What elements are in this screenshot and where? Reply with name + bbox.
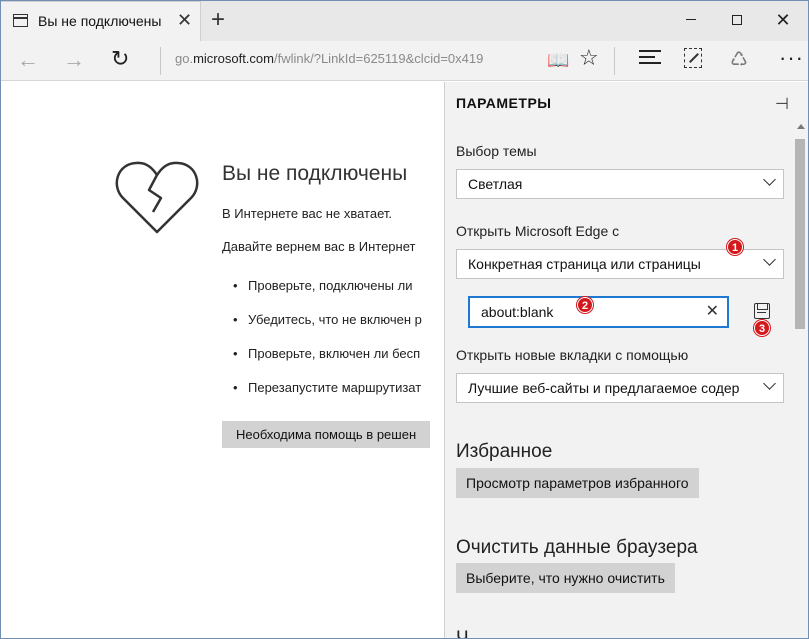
maximize-icon (732, 14, 742, 25)
pin-icon[interactable]: ⊣ (775, 94, 789, 114)
start-page-url-value: about:blank (481, 304, 554, 320)
address-bar[interactable]: go.microsoft.com/fwlink/?LinkId=625119&c… (175, 51, 483, 66)
tab-active[interactable]: Вы не подключены ✕ (1, 1, 201, 41)
new-tabs-label: Открыть новые вкладки с помощью (456, 347, 689, 363)
help-button[interactable]: Необходима помощь в решен (222, 421, 431, 448)
list-item: Убедитесь, что не включен р (233, 312, 422, 346)
error-page: Вы не подключены В Интернете вас не хват… (1, 82, 444, 638)
address-separator (160, 47, 161, 75)
forward-button[interactable]: → (63, 47, 85, 73)
browser-window: Вы не подключены ✕ + ✕ ← → ↻ go.microsof… (0, 0, 809, 639)
hub-icon[interactable] (639, 50, 661, 68)
favorites-heading: Избранное (456, 441, 553, 462)
save-icon[interactable] (754, 303, 770, 319)
annotation-badge-2: 2 (577, 297, 593, 313)
minimize-button[interactable] (668, 1, 714, 41)
theme-select-value: Светлая (468, 176, 523, 192)
close-window-button[interactable]: ✕ (760, 1, 806, 41)
address-path: /fwlink/?LinkId=625119&clcid=0x419 (273, 51, 484, 66)
list-item: Проверьте, включен ли бесп (233, 346, 422, 380)
tab-title: Вы не подключены (38, 13, 162, 29)
address-prefix: go. (175, 51, 194, 66)
page-subtext: Давайте вернем вас в Интернет (222, 239, 416, 254)
clear-data-heading: Очистить данные браузера (456, 537, 698, 558)
new-tab-button[interactable]: + (211, 6, 225, 34)
address-domain: microsoft.com (193, 51, 274, 66)
share-icon[interactable]: ♺ (730, 47, 748, 72)
theme-select[interactable]: Светлая (456, 169, 784, 199)
refresh-button[interactable]: ↻ (111, 46, 129, 72)
page-title: Вы не подключены (222, 162, 408, 185)
settings-scrollbar[interactable] (792, 122, 808, 638)
open-with-select-value: Конкретная страница или страницы (468, 256, 701, 272)
list-item: Проверьте, подключены ли (233, 278, 422, 312)
start-page-url-input[interactable]: about:blank ✕ (468, 296, 729, 328)
navigation-toolbar: ← → ↻ go.microsoft.com/fwlink/?LinkId=62… (1, 41, 808, 81)
tab-page-icon (13, 14, 28, 27)
web-note-icon[interactable] (684, 48, 702, 68)
broken-heart-icon (115, 161, 199, 234)
theme-label: Выбор темы (456, 143, 537, 159)
toolbar-separator (614, 47, 615, 75)
clear-data-button[interactable]: Выберите, что нужно очистить (456, 563, 675, 593)
settings-panel: ПАРАМЕТРЫ ⊣ Выбор темы Светлая Открыть M… (444, 82, 808, 638)
tips-list: Проверьте, подключены ли Убедитесь, что … (233, 278, 422, 414)
tab-close-icon[interactable]: ✕ (177, 10, 192, 30)
clear-input-icon[interactable]: ✕ (706, 298, 719, 326)
maximize-button[interactable] (714, 1, 760, 41)
reading-view-icon[interactable]: 📖 (547, 50, 569, 71)
back-button[interactable]: ← (17, 47, 39, 73)
scroll-up-icon[interactable] (797, 124, 805, 129)
favorites-settings-button[interactable]: Просмотр параметров избранного (456, 468, 699, 498)
scroll-thumb[interactable] (795, 139, 805, 329)
favorite-star-icon[interactable]: ☆ (579, 45, 599, 71)
annotation-badge-1: 1 (727, 239, 743, 255)
title-bar: Вы не подключены ✕ + ✕ (1, 1, 808, 41)
settings-title: ПАРАМЕТРЫ (456, 95, 552, 111)
more-actions-icon[interactable]: ··· (779, 45, 804, 71)
page-message: В Интернете вас не хватает. (222, 206, 392, 221)
new-tabs-select-value: Лучшие веб-сайты и предлагаемое содер (468, 380, 740, 396)
list-item: Перезапустите маршрутизат (233, 380, 422, 414)
annotation-badge-3: 3 (754, 320, 770, 336)
minimize-icon (686, 19, 696, 21)
open-with-label: Открыть Microsoft Edge с (456, 223, 620, 239)
next-section-heading: Ч (456, 628, 469, 638)
new-tabs-select[interactable]: Лучшие веб-сайты и предлагаемое содер (456, 373, 784, 403)
